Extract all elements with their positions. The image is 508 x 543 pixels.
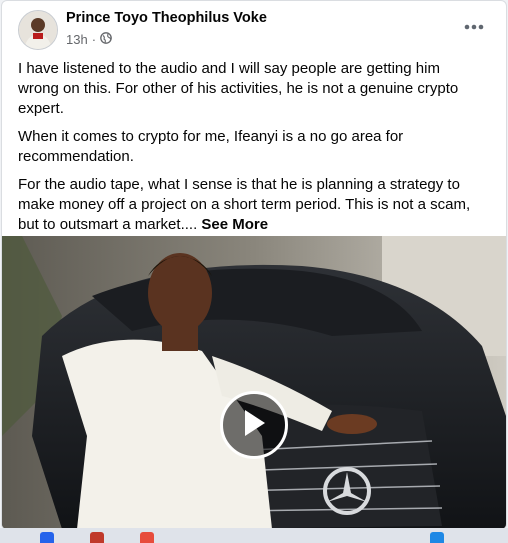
post-header: Prince Toyo Theophilus Voke 13h ·: [2, 1, 506, 55]
play-button[interactable]: [220, 391, 288, 459]
app-icon[interactable]: [430, 532, 444, 543]
post-text: I have listened to the audio and I will …: [18, 59, 478, 243]
post-video[interactable]: [2, 236, 506, 529]
author-name[interactable]: Prince Toyo Theophilus Voke: [66, 10, 267, 26]
post-card: Prince Toyo Theophilus Voke 13h · I have…: [1, 0, 507, 530]
video-thumbnail: [2, 236, 506, 529]
author-avatar[interactable]: [18, 10, 58, 50]
post-paragraph: For the audio tape, what I sense is that…: [18, 175, 478, 235]
more-options-icon[interactable]: [460, 13, 488, 41]
post-paragraph: I have listened to the audio and I will …: [18, 60, 459, 117]
app-icon[interactable]: [140, 532, 154, 543]
meta-separator: ·: [91, 32, 97, 47]
play-icon: [241, 408, 267, 443]
post-paragraph: When it comes to crypto for me, Ifeanyi …: [18, 128, 404, 165]
globe-icon: [100, 32, 112, 47]
app-icon[interactable]: [40, 532, 54, 543]
post-timestamp[interactable]: 13h: [66, 32, 88, 47]
post-meta: 13h ·: [66, 32, 112, 47]
taskbar: [0, 528, 508, 543]
see-more-link[interactable]: See More: [201, 216, 268, 233]
app-icon[interactable]: [90, 532, 104, 543]
